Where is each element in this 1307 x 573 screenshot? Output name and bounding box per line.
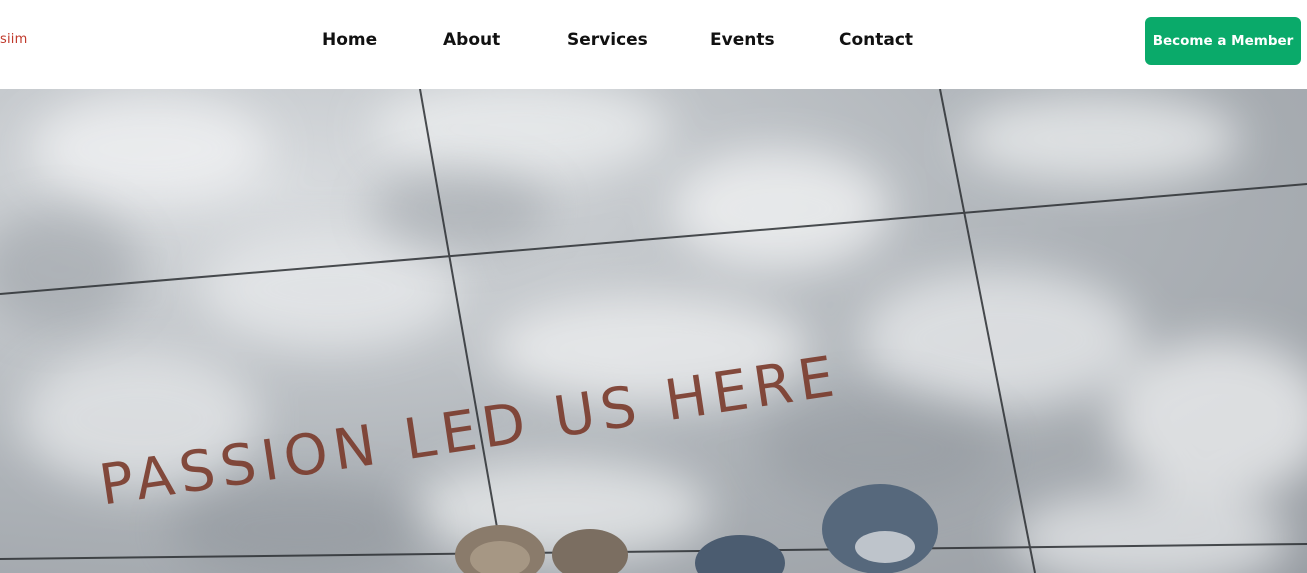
hero-section: PASSION LED US HERE [0,89,1307,573]
nav-home-link[interactable]: Home [322,30,377,50]
nav-events-link[interactable]: Events [710,30,775,50]
nav-about-link[interactable]: About [443,30,500,50]
become-member-button[interactable]: Become a Member [1145,17,1301,65]
nav-contact-link[interactable]: Contact [839,30,913,50]
nav-services-link[interactable]: Services [567,30,648,50]
navbar: siim Home About Services Events Contact … [0,0,1307,89]
main-nav: Home About Services Events Contact [0,30,1307,54]
